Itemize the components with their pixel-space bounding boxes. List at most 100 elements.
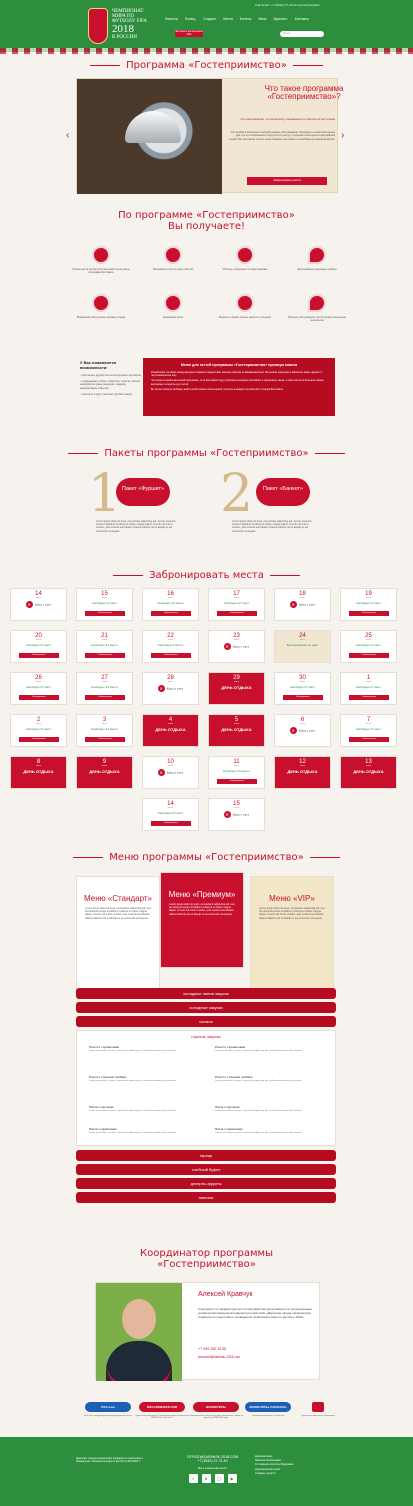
book-day-button[interactable]: Забронировать [217, 779, 257, 784]
availability-text: Свободно 27 мест [91, 601, 118, 605]
calendar-day[interactable]: 1 июня Свободно 27 мест Забронировать [340, 672, 397, 705]
book-day-button[interactable]: Забронировать [19, 695, 59, 700]
title-rule [68, 452, 99, 454]
calendar-day[interactable]: 14 июня Свободно 27 мест Забронировать [142, 798, 199, 831]
slider-next-icon[interactable]: › [341, 130, 344, 141]
menu-category-bar[interactable]: холодные закуски [76, 1002, 336, 1013]
calendar-day[interactable]: 2 июня Свободно 27 мест Забронировать [10, 714, 67, 747]
partner-fifa[interactable]: FIFA.com Веб-сайт международной федерации… [80, 1402, 136, 1417]
menu-card-vip[interactable]: Меню «VIP» Lorem ipsum dolor sit amet, c… [250, 876, 334, 996]
calendar-day[interactable]: 16 июня Свободно 31 место Забронировать [142, 588, 199, 621]
nav-item[interactable]: Посещ. [185, 17, 196, 21]
nav-item[interactable]: Зарегист. [273, 17, 287, 21]
opportunity-item: - отдохнуть в кругу приятных для Вас люд… [80, 392, 132, 396]
book-day-button[interactable]: Забронировать [85, 611, 125, 616]
menu-card-premium[interactable]: Меню «Премиум» Lorem ipsum dolor sit ame… [160, 872, 244, 968]
benefits-title-line: Вы получаете! [167, 221, 246, 232]
calendar-day[interactable]: 19 июня Свободно 27 мест Забронировать [340, 588, 397, 621]
partner-text: Туристический портал Мордовии [301, 1415, 335, 1417]
availability-label: Мест нет [298, 728, 316, 733]
menu-category-bar[interactable]: хлебный буфет [76, 1164, 336, 1175]
hero-section-title: Программа «Гостеприимство» [0, 60, 413, 71]
calendar-day[interactable]: 11 июня Свободно 31 место Забронировать [208, 756, 265, 789]
logo[interactable]: ЧЕМПИОНАТ МИРА ПО ФУТБОЛУ FIFA 2018 В РО… [88, 8, 148, 44]
nav-item[interactable]: Места [223, 17, 233, 21]
facebook-icon[interactable]: f [188, 1474, 198, 1483]
calendar-day[interactable]: 26 июня Свободно 27 мест Забронировать [10, 672, 67, 705]
book-day-button[interactable]: Забронировать [151, 821, 191, 826]
availability-text: ДЕНЬ ОТДЫХА [221, 727, 252, 732]
calendar-day[interactable]: 21 июня Свободно 31 место Забронировать [76, 630, 133, 663]
nav-item[interactable]: Контакты [295, 17, 309, 21]
book-day-button[interactable]: Забронировать [19, 653, 59, 658]
calendar-day[interactable]: 25 июня Свободно 27 мест Забронировать [340, 630, 397, 663]
calendar-day[interactable]: 20 июня Свободно 27 мест Забронировать [10, 630, 67, 663]
footer-phone[interactable]: +7 (8342) 27-74-40 [175, 1459, 250, 1463]
book-day-button[interactable]: Забронировать [349, 737, 389, 742]
search-input[interactable]: Поиск... [280, 31, 324, 37]
slider-prev-icon[interactable]: ‹ [66, 130, 69, 141]
book-day-button[interactable]: Забронировать [151, 653, 191, 658]
menu-category-bar[interactable]: салаты [76, 1016, 336, 1027]
nav-item[interactable]: Стадион [203, 17, 216, 21]
availability-text: Свободно 27 мест [223, 601, 250, 605]
calendar-day[interactable]: 17 июня Свободно 27 мест Забронировать [208, 588, 265, 621]
book-seats-button[interactable]: Забронировать места [247, 177, 327, 185]
book-day-button[interactable]: Забронировать [85, 737, 125, 742]
menu-category-bar[interactable]: холодные линии закусок [76, 988, 336, 999]
calendar-day[interactable]: 15 июня Свободно 27 мест Забронировать [76, 588, 133, 621]
nav-item[interactable]: Билеты [240, 17, 252, 21]
coordinator-role: Специалист по инфраструктуре гостеприимс… [198, 1307, 312, 1319]
book-day-button[interactable]: Забронировать [19, 737, 59, 742]
availability-text: Свободно 31 место [222, 769, 251, 773]
partner-text: Официальный сайт волонтеров Чемпионата м… [188, 1415, 244, 1419]
cuisine-icon [164, 294, 182, 312]
menu-category-bar[interactable]: напитки [76, 1192, 336, 1203]
month-label: июня [366, 597, 371, 599]
nav-item[interactable]: Мачи [258, 17, 266, 21]
availability-text: ДЕНЬ ОТДЫХА [23, 769, 54, 774]
calendar-day: 18 июня ✕ Мест нет [274, 588, 331, 621]
menu-card-standard[interactable]: Меню «Стандарт» Lorem ipsum dolor sit am… [76, 876, 160, 996]
no-seats-icon: ✕ [157, 685, 165, 692]
book-day-button[interactable]: Забронировать [349, 695, 389, 700]
partner-welcome[interactable]: WELCOME2018.COM Туристический портал Чемп… [134, 1402, 190, 1419]
footer-link[interactable]: Словарь туриста [255, 1472, 335, 1476]
book-day-button[interactable]: Забронировать [85, 653, 125, 658]
book-day-button[interactable]: Забронировать [151, 611, 191, 616]
month-label: июня [168, 765, 173, 767]
calendar-day[interactable]: 3 июня Свободно 31 место Забронировать [76, 714, 133, 747]
menu-category-bar[interactable]: десерты-фрукты [76, 1178, 336, 1189]
calendar-day[interactable]: 30 июня Свободно 27 мест Забронировать [274, 672, 331, 705]
package-label[interactable]: Пакет «Фуршет» [116, 478, 170, 506]
book-day-button[interactable]: Забронировать [85, 695, 125, 700]
coordinator-email[interactable]: kravchuk@saransk-2018.com [198, 1355, 240, 1359]
nav-item[interactable]: Новости [165, 17, 178, 21]
dish-name: Ризотто с креветками [215, 1045, 246, 1049]
book-day-button[interactable]: Забронировать [217, 611, 257, 616]
coordinator-phone[interactable]: +7 999 150 15 55 [198, 1347, 226, 1351]
month-label: июня [36, 765, 41, 767]
calendar-day[interactable]: 22 июня Свободно 2 места Забронировать [142, 630, 199, 663]
partner-mordovia[interactable]: Туристический портал Мордовии [290, 1402, 346, 1417]
coordinator-title-line: «Гостеприимство» [157, 1259, 256, 1270]
calendar-day[interactable]: 27 июня Свободно 31 место Забронировать [76, 672, 133, 705]
book-day-button[interactable]: Забронировать [349, 611, 389, 616]
book-day-button[interactable]: Забронировать [349, 653, 389, 658]
calendar-day[interactable]: 7 июня Свободно 27 мест Забронировать [340, 714, 397, 747]
vk-icon[interactable]: B [201, 1474, 211, 1483]
fan-fest-button[interactable]: Фестиваль болельщиков FIFA [175, 30, 203, 37]
package-label[interactable]: Пакет «Банкет» [256, 478, 310, 506]
partner-volunteers[interactable]: ВОЛОНТЁРЫ Официальный сайт волонтеров Чем… [188, 1402, 244, 1419]
book-day-button[interactable]: Забронировать [283, 695, 323, 700]
partner-city-volunteers[interactable]: ВОЛОНТЁРЫ САРАНСКА Городские волонтеры Са… [240, 1402, 296, 1417]
month-label: июня [300, 639, 305, 641]
dish-item: Паста с кроликом Lorem ipsum dolor sit am… [215, 1105, 325, 1113]
menu-category-bar[interactable]: гарнир [76, 1150, 336, 1161]
instagram-icon[interactable]: ◯ [214, 1474, 224, 1483]
youtube-icon[interactable]: ▶ [227, 1474, 237, 1483]
calendar-day: 10 июня ✕ Мест нет [142, 756, 199, 789]
title-rule [309, 856, 340, 858]
menu-card-title: Меню «Премиум» [168, 890, 236, 899]
benefit-text: Приятное обслуживание гостей профессиона… [287, 316, 347, 322]
